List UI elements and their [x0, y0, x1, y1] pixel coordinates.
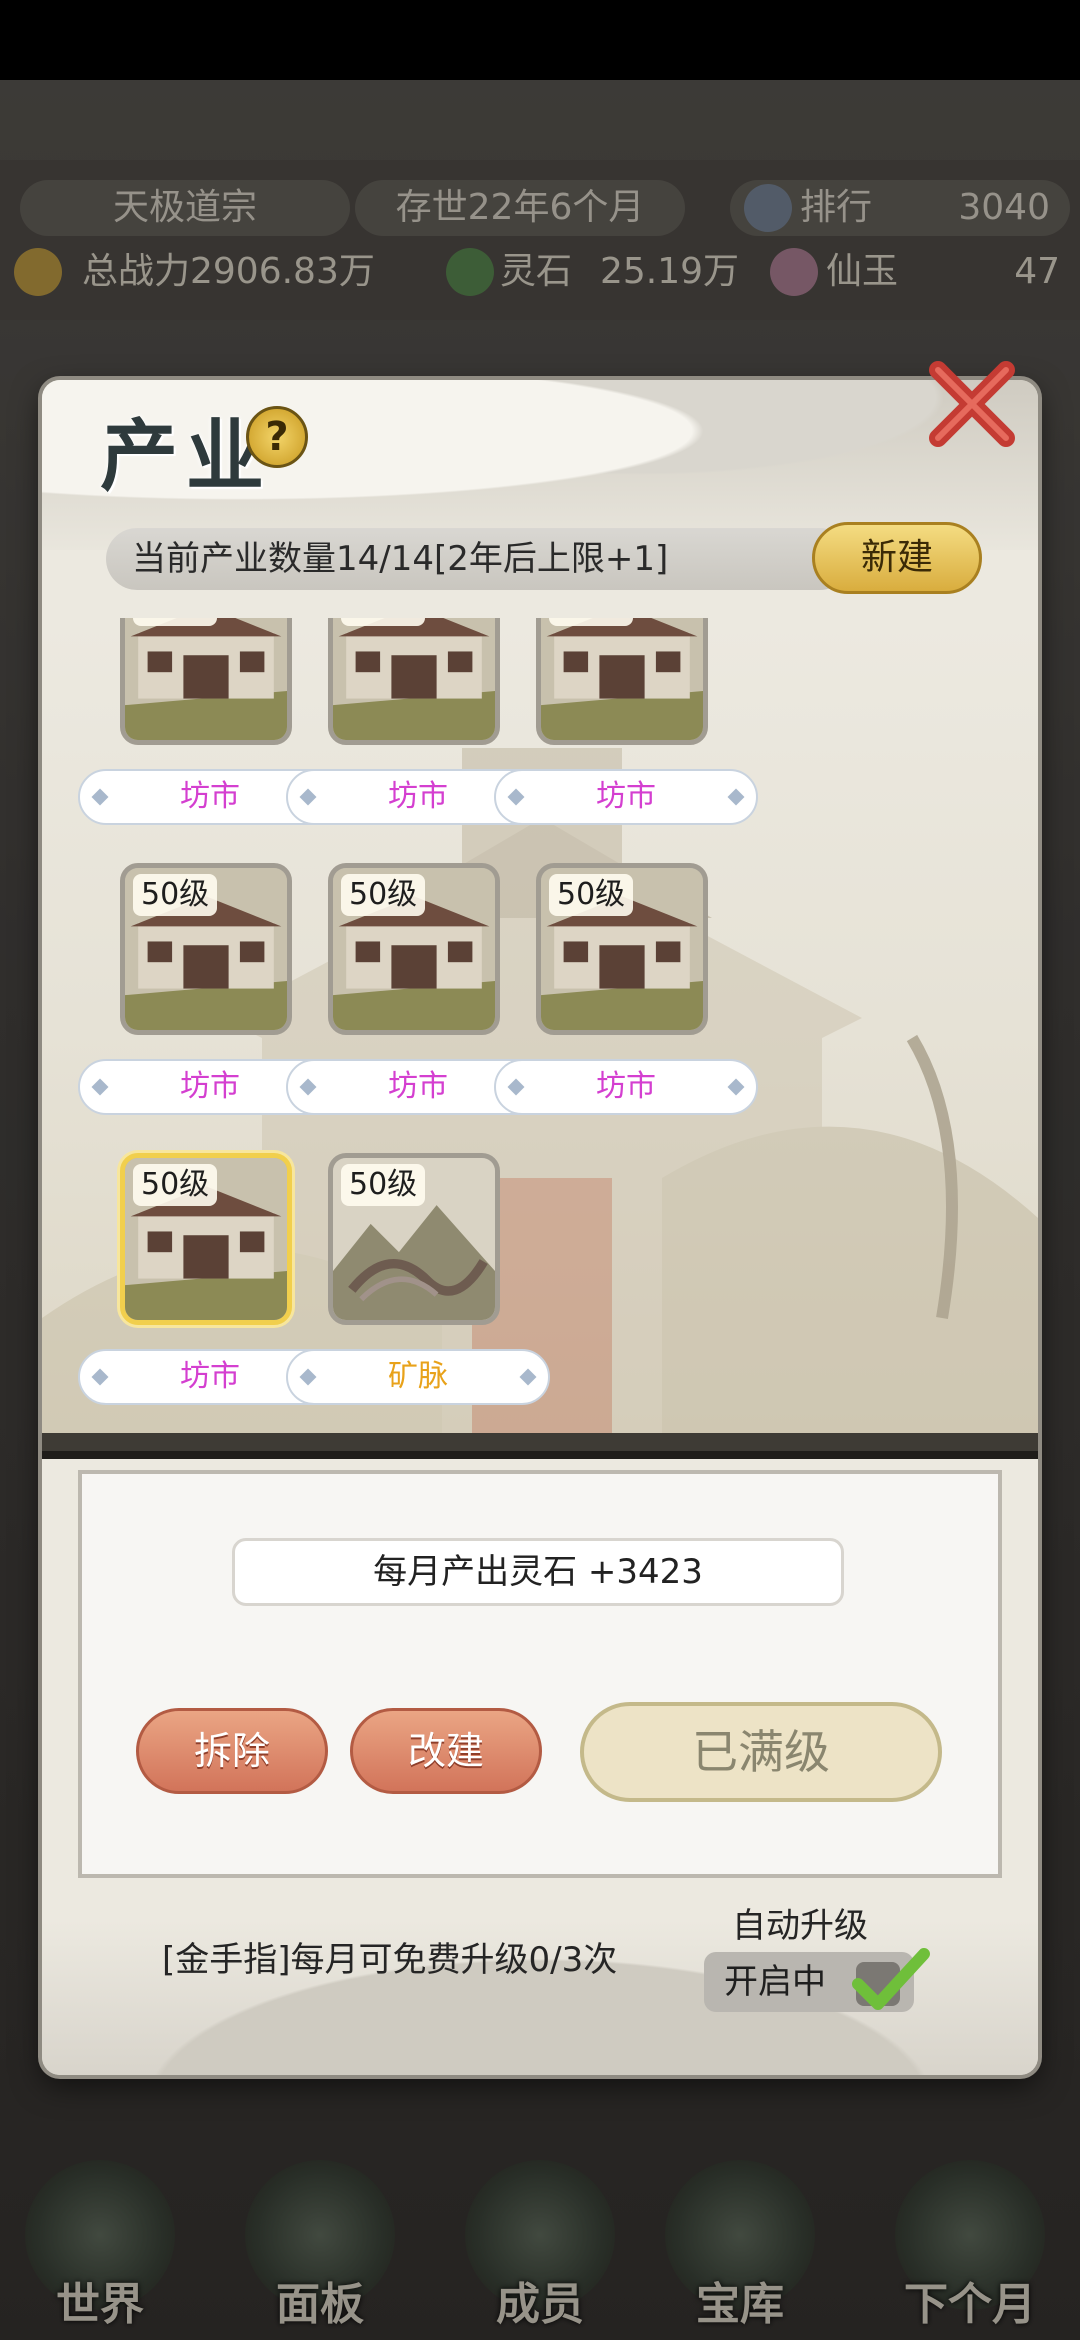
- section-divider: [42, 1433, 1038, 1459]
- industry-level: 50级: [133, 1164, 218, 1206]
- industry-item[interactable]: 50级坊市: [494, 618, 758, 858]
- dialog-title: 产业: [100, 411, 273, 502]
- industry-level: 50级: [341, 1164, 426, 1206]
- industry-item[interactable]: 50级矿脉: [286, 1153, 550, 1433]
- industry-count: 当前产业数量14/14[2年后上限+1]: [106, 528, 851, 590]
- golden-finger-text: [金手指]每月可免费升级0/3次: [162, 1940, 618, 1980]
- industry-card[interactable]: 50级: [536, 618, 708, 745]
- industry-grid[interactable]: 50级坊市50级坊市50级坊市50级坊市50级坊市50级坊市50级坊市50级矿脉: [42, 618, 1038, 1433]
- industry-name: 坊市: [494, 769, 758, 825]
- industry-item[interactable]: 50级坊市: [494, 863, 758, 1148]
- industry-card[interactable]: 50级: [536, 863, 708, 1035]
- market-icon: [541, 618, 703, 740]
- industry-level: 50级: [549, 874, 634, 916]
- auto-upgrade-label: 自动升级: [732, 1906, 868, 1946]
- new-industry-button[interactable]: 新建: [812, 522, 982, 594]
- rebuild-button[interactable]: 改建: [350, 1708, 542, 1794]
- industry-level: 50级: [549, 618, 634, 626]
- industry-name: 矿脉: [286, 1349, 550, 1405]
- demolish-button[interactable]: 拆除: [136, 1708, 328, 1794]
- checkmark-icon[interactable]: [850, 1946, 930, 2016]
- industry-card[interactable]: 50级: [328, 1153, 500, 1325]
- industry-card[interactable]: 50级: [120, 1153, 292, 1325]
- market-icon: [125, 618, 287, 740]
- max-level-button[interactable]: 已满级: [580, 1702, 942, 1802]
- industry-card[interactable]: 50级: [328, 863, 500, 1035]
- industry-card[interactable]: 50级: [120, 863, 292, 1035]
- industry-level: 50级: [133, 618, 218, 626]
- industry-level: 50级: [133, 874, 218, 916]
- industry-dialog: 产业 ? 当前产业数量14/14[2年后上限+1] 新建 50级坊市50级坊市5…: [42, 380, 1038, 2075]
- monthly-output: 每月产出灵石 +3423: [232, 1538, 844, 1606]
- industry-level: 50级: [341, 618, 426, 626]
- help-icon[interactable]: ?: [246, 406, 308, 468]
- industry-level: 50级: [341, 874, 426, 916]
- close-icon[interactable]: [920, 352, 1024, 456]
- industry-card[interactable]: 50级: [120, 618, 292, 745]
- industry-detail-panel: [78, 1470, 1002, 1878]
- industry-name: 坊市: [494, 1059, 758, 1115]
- market-icon: [333, 618, 495, 740]
- industry-card[interactable]: 50级: [328, 618, 500, 745]
